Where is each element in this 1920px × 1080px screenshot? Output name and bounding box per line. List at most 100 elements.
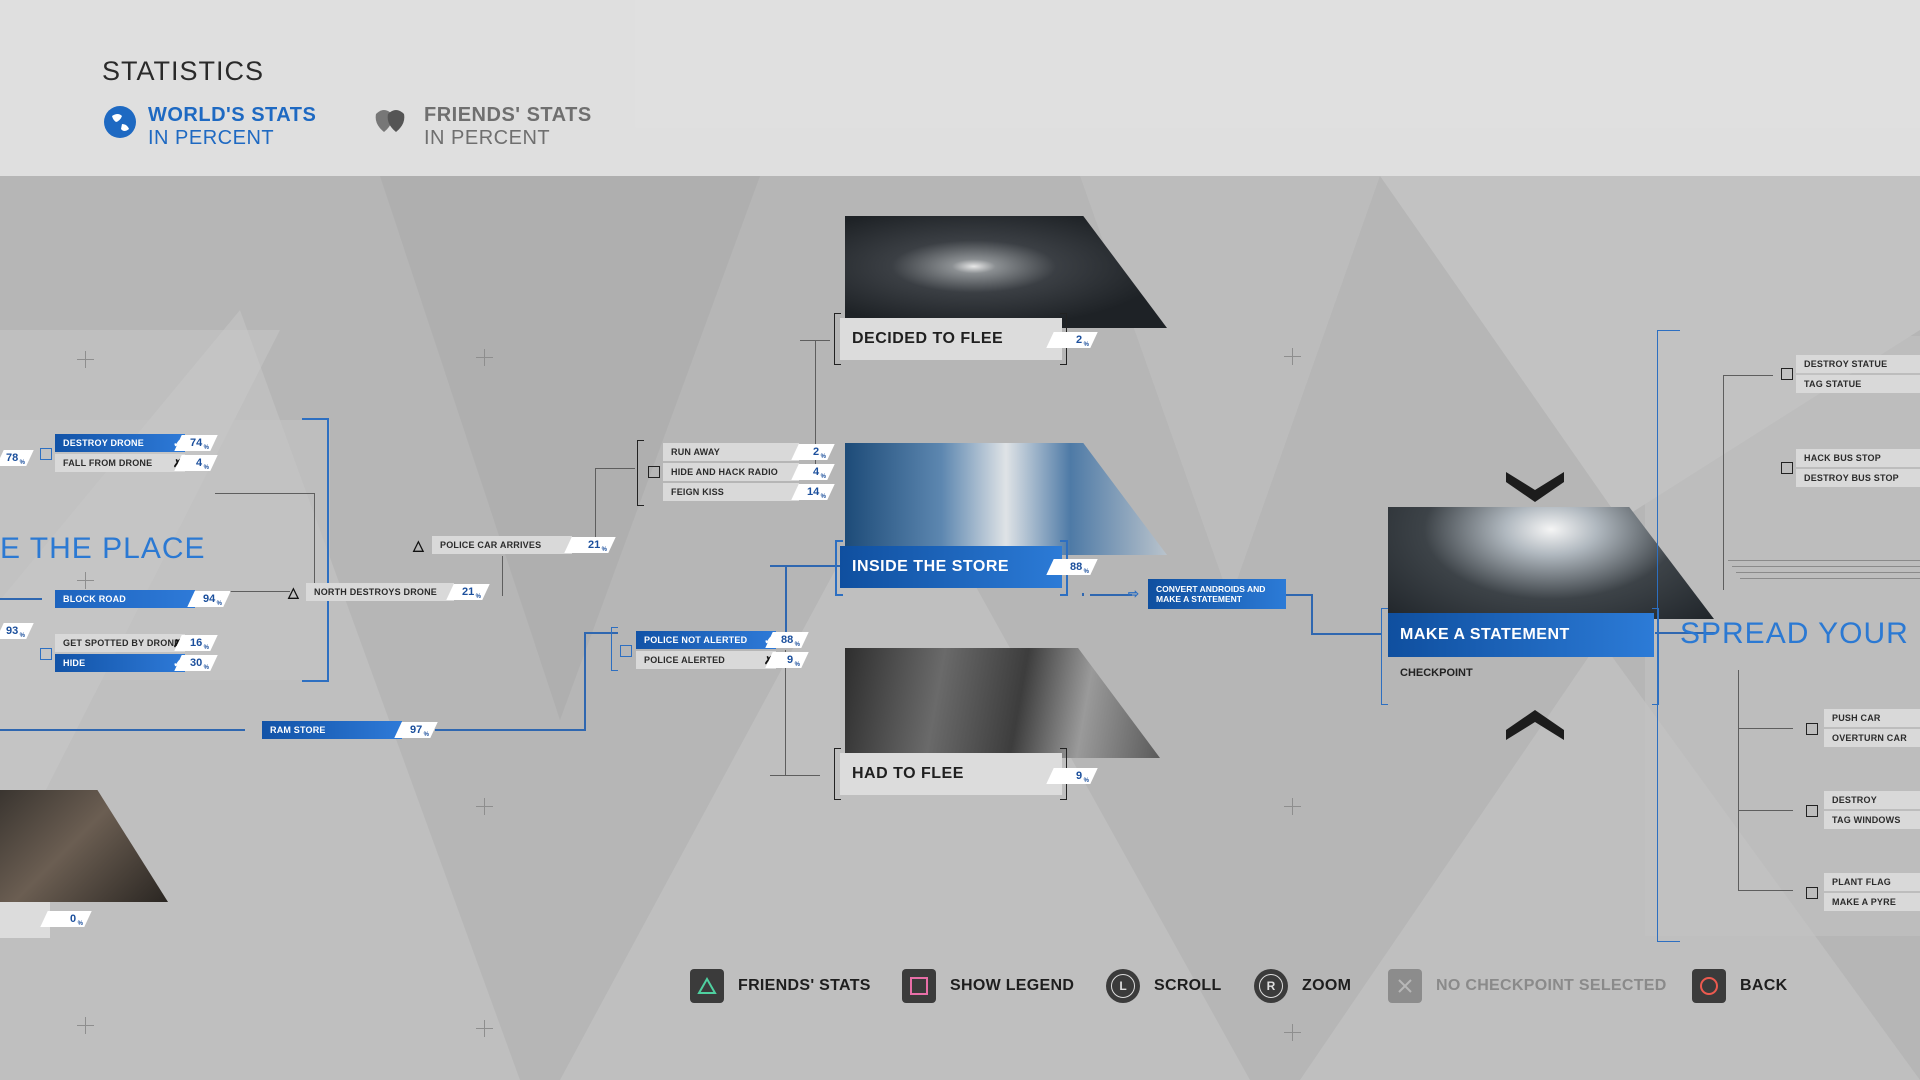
footer-scroll-label: SCROLL [1154,977,1222,994]
connector [1738,810,1793,811]
connector [1723,375,1724,590]
tab-worlds-stats-line2: IN PERCENT [148,127,275,149]
square-button-icon [902,969,936,1003]
footer-show-legend[interactable]: SHOW LEGEND [902,969,1074,1003]
node-had-to-flee[interactable]: HAD TO FLEE [840,753,1062,795]
footer-zoom-label: ZOOM [1302,977,1352,994]
node-inside-the-store[interactable]: INSIDE THE STORE [840,546,1062,588]
choice-feign-kiss[interactable]: FEIGN KISS 14% [663,483,835,501]
left-edge-pct: 78% [0,449,34,467]
event-police-car-arrives[interactable]: POLICE CAR ARRIVES 21% [432,536,616,554]
node-decided-to-flee-pct: 2% [1046,331,1098,349]
connector [595,468,635,469]
connector [595,468,596,543]
node-pct: 0% [40,910,92,928]
choice-bracket [611,627,618,671]
connector [1311,594,1313,634]
node-decided-to-flee[interactable]: DECIDED TO FLEE [840,318,1062,360]
choice-hide[interactable]: HIDE ✓ 30% [55,654,218,672]
connector [1311,633,1381,635]
footer-scroll[interactable]: L SCROLL [1106,969,1222,1003]
choice-police-alerted[interactable]: POLICE ALERTED ✗ 9% [636,651,809,669]
tab-friends-stats[interactable]: FRIENDS' STATS IN PERCENT [372,104,592,150]
tab-friends-stats-line1: FRIENDS' STATS [424,104,592,126]
choice-run-away[interactable]: RUN AWAY 2% [663,443,835,461]
choice-hack-bus-stop[interactable]: HACK BUS STOP [1796,449,1920,467]
footer-show-legend-label: SHOW LEGEND [950,977,1075,994]
grid-marker [77,351,94,368]
choice-hide-and-hack-radio[interactable]: HIDE AND HACK RADIO 4% [663,463,835,481]
connector [0,598,42,600]
footer-no-checkpoint: NO CHECKPOINT SELECTED [1388,969,1667,1003]
connector [1082,593,1084,596]
connector [435,729,585,731]
choice-destroy-windows[interactable]: DESTROY WINDOWS [1824,791,1920,823]
connector [1738,890,1793,891]
choice-tag-windows[interactable]: TAG WINDOWS [1824,811,1920,829]
footer-back[interactable]: BACK [1692,969,1787,1003]
choice-get-spotted[interactable]: GET SPOTTED BY DRONE ✗ 16% [55,634,218,652]
connector [1736,572,1920,573]
choice-police-not-alerted[interactable]: POLICE NOT ALERTED ✓ 88% [636,631,809,649]
circle-button-icon [1692,969,1726,1003]
grid-marker [1284,1024,1301,1041]
grid-marker [476,349,493,366]
choice-group-icon [1806,887,1818,899]
page-title: STATISTICS [102,56,265,86]
choice-overturn-car[interactable]: OVERTURN CAR [1824,729,1920,747]
section-title-left: E THE PLACE [0,532,206,565]
choice-plant-flag[interactable]: PLANT FLAG [1824,873,1920,891]
connector [0,729,245,731]
left-stick-icon: L [1106,969,1140,1003]
event-convert-androids[interactable]: CONVERT ANDROIDS AND MAKE A STATEMENT [1148,579,1286,609]
grid-marker [77,1017,94,1034]
footer-back-label: BACK [1740,977,1788,994]
node-make-a-statement[interactable]: MAKE A STATEMENT [1388,613,1654,657]
globe-icon [104,106,136,138]
event-north-destroys-drone[interactable]: NORTH DESTROYS DRONE 21% [306,583,490,601]
tab-worlds-stats-line1: WORLD'S STATS [148,104,317,126]
choice-block-road[interactable]: BLOCK ROAD 94% [55,590,231,608]
choice-ram-store[interactable]: RAM STORE 97% [262,721,438,739]
grid-marker [1284,798,1301,815]
right-stick-icon: R [1254,969,1288,1003]
connector [1732,566,1920,567]
choice-tag-statue[interactable]: TAG STATUE [1796,375,1920,393]
connector [800,340,830,341]
choice-make-a-pyre[interactable]: MAKE A PYRE [1824,893,1920,911]
choice-destroy-statue[interactable]: DESTROY STATUE [1796,355,1920,373]
section-bracket [1657,330,1680,942]
triangle-button-icon [690,969,724,1003]
checkpoint-label: CHECKPOINT [1400,667,1473,679]
cross-button-icon [1388,969,1422,1003]
tab-worlds-stats[interactable]: WORLD'S STATS IN PERCENT [104,104,316,150]
footer-no-checkpoint-label: NO CHECKPOINT SELECTED [1436,977,1667,994]
choice-group-icon [1806,723,1818,735]
connector [1728,560,1920,561]
grid-marker [476,1020,493,1037]
choice-destroy-drone[interactable]: DESTROY DRONE ✓ 74% [55,434,218,452]
choice-group-icon [648,466,660,478]
grid-marker [1284,348,1301,365]
chevron-down-icon[interactable] [1506,468,1564,507]
connector [1286,594,1311,596]
choice-group-icon [1781,462,1793,474]
connector [1723,375,1773,376]
choice-group-icon [40,648,52,660]
chevron-up-icon[interactable] [1506,710,1564,749]
connector [1090,594,1132,596]
choice-group-icon [1781,368,1793,380]
footer-zoom[interactable]: R ZOOM [1254,969,1351,1003]
choice-push-car[interactable]: PUSH CAR [1824,709,1920,727]
node-bracket [1381,608,1388,705]
footer-friends-stats[interactable]: FRIENDS' STATS [690,969,871,1003]
header-bar: STATISTICS WORLD'S STATS IN PERCENT FRIE… [0,0,1920,176]
connector [1738,670,1739,890]
connector [584,632,586,731]
section-bracket [302,418,329,682]
choice-fall-from-drone[interactable]: FALL FROM DRONE ✗ 4% [55,454,218,472]
choice-group-icon [1806,805,1818,817]
choice-bracket [637,440,644,506]
footer-friends-stats-label: FRIENDS' STATS [738,977,871,994]
choice-destroy-bus-stop[interactable]: DESTROY BUS STOP [1796,469,1920,487]
